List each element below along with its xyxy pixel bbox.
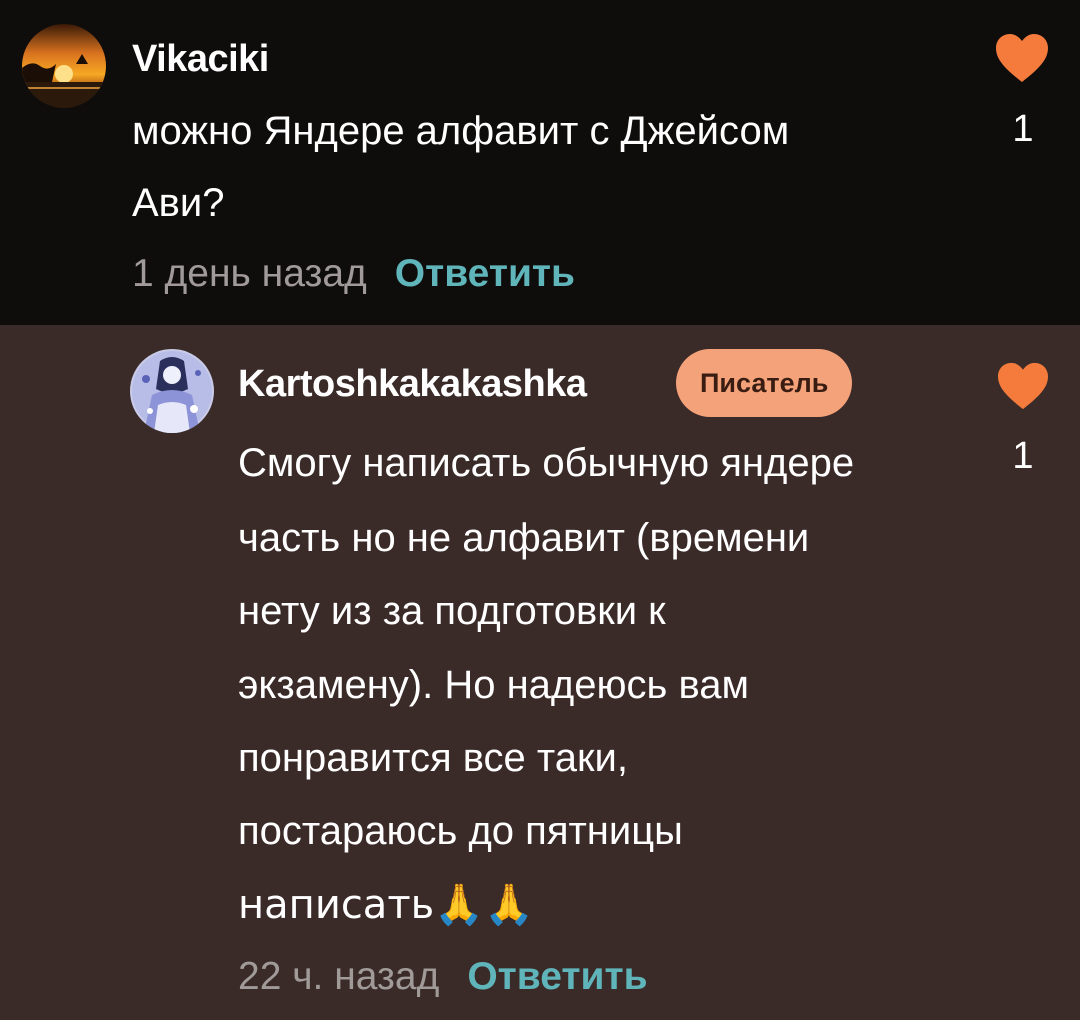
- comment-text-line: написать🙏🙏: [238, 882, 534, 928]
- heart-icon[interactable]: [996, 361, 1050, 411]
- comment-text-line: экзамену). Но надеюсь вам: [238, 663, 749, 707]
- comment-text-line: постараюсь до пятницы: [238, 809, 683, 853]
- comment-meta: 22 ч. назад Ответить: [238, 955, 648, 999]
- comment-text-line: Смогу написать обычную яндере: [238, 441, 855, 485]
- comment-username[interactable]: Vikaciki: [132, 38, 269, 81]
- comment-meta: 1 день назад Ответить: [132, 252, 575, 296]
- avatar[interactable]: [130, 349, 214, 433]
- comment-text-line: часть но не алфавит (времени: [238, 516, 810, 560]
- comment-username[interactable]: Kartoshkakakashka: [238, 363, 587, 406]
- comment-text-line: Ави?: [132, 181, 225, 225]
- writer-badge: Писатель: [676, 349, 853, 417]
- comment-thread: Vikaciki можно Яндере алфавит с Джейсом …: [0, 0, 1080, 1020]
- comment-text-line: нету из за подготовки к: [238, 589, 666, 633]
- timestamp: 1 день назад: [132, 252, 367, 295]
- avatar[interactable]: [22, 24, 106, 108]
- comment-text-line: можно Яндере алфавит с Джейсом: [132, 109, 790, 153]
- timestamp: 22 ч. назад: [238, 955, 440, 998]
- reply-button[interactable]: Ответить: [395, 252, 575, 296]
- like-count: 1: [1012, 435, 1034, 477]
- reply-comment: Kartoshkakakashka Писатель Смогу написат…: [0, 325, 1080, 1020]
- comment-text-line: понравится все таки,: [238, 736, 628, 780]
- heart-icon[interactable]: [994, 32, 1050, 84]
- reply-button[interactable]: Ответить: [467, 955, 647, 999]
- like-count: 1: [1012, 108, 1034, 150]
- comment: Vikaciki можно Яндере алфавит с Джейсом …: [0, 0, 1080, 325]
